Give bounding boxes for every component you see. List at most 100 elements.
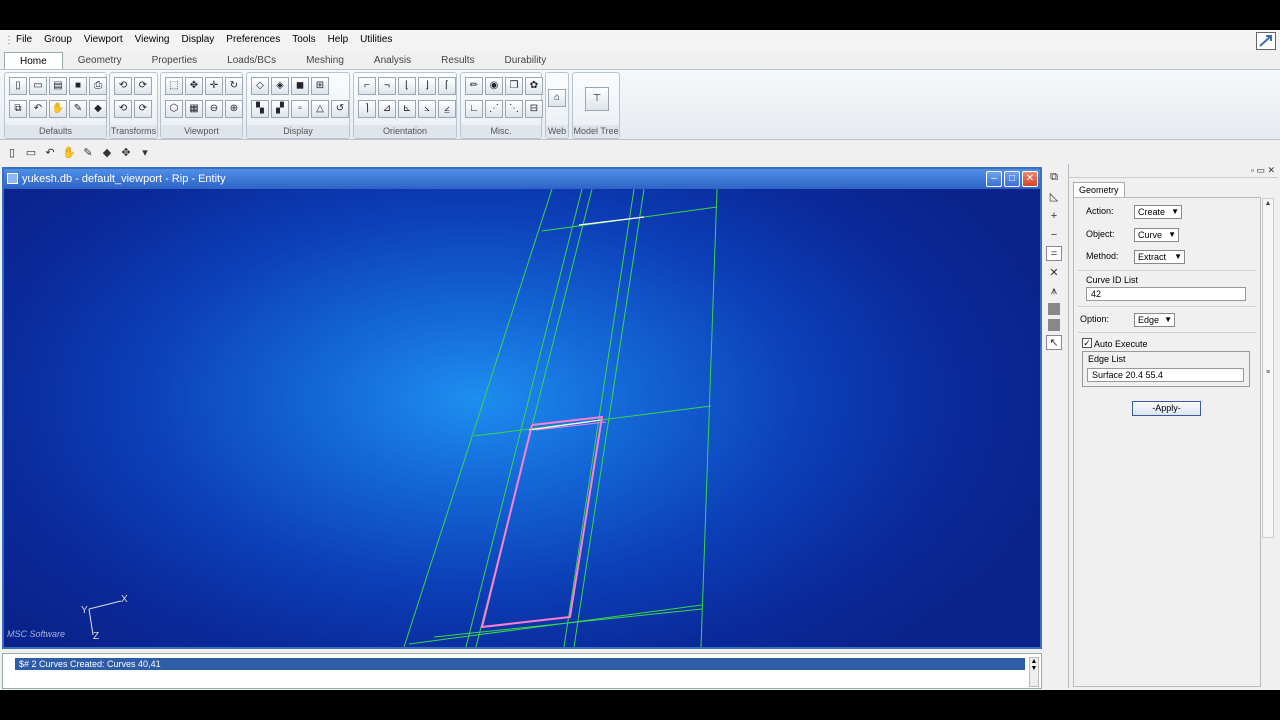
menu-display[interactable]: Display — [176, 30, 221, 50]
zoom-plus-icon[interactable]: + — [1046, 208, 1062, 223]
object-select[interactable]: Curve ▼ — [1134, 228, 1179, 242]
grid-display-icon[interactable]: ⊞ — [311, 77, 329, 95]
hidden-line-icon[interactable]: ◈ — [271, 77, 289, 95]
smooth-shade-icon[interactable]: ◼ — [291, 77, 309, 95]
filter-icon[interactable]: ⩚ — [1046, 284, 1062, 299]
fit-icon[interactable]: ▦ — [185, 100, 203, 118]
quick-pan-icon[interactable]: ✥ — [118, 144, 134, 160]
tab-analysis[interactable]: Analysis — [359, 52, 426, 69]
spin-icon[interactable]: ↻ — [225, 77, 243, 95]
view-iso3-icon[interactable]: ⦣ — [418, 100, 436, 118]
tab-geometry[interactable]: Geometry — [63, 52, 137, 69]
element-display-icon[interactable]: ▞ — [271, 100, 289, 118]
view-iso2-icon[interactable]: ⊾ — [398, 100, 416, 118]
apply-button[interactable]: -Apply- — [1132, 401, 1201, 416]
menu-group[interactable]: Group — [38, 30, 78, 50]
rotate-x-icon[interactable]: ⟲ — [114, 100, 132, 118]
zoom-out-icon[interactable]: ⊖ — [205, 100, 223, 118]
menu-preferences[interactable]: Preferences — [220, 30, 286, 50]
hand-icon[interactable]: ✋ — [49, 100, 67, 118]
open-db-icon[interactable]: ▤ — [49, 77, 67, 95]
menu-utilities[interactable]: Utilities — [354, 30, 398, 50]
select-region-icon[interactable]: ◺ — [1046, 189, 1062, 204]
network-icon[interactable]: ⋱ — [505, 100, 523, 118]
view-front-icon[interactable]: ⬚ — [165, 77, 183, 95]
quick-open-icon[interactable]: ▭ — [23, 144, 39, 160]
new-file-icon[interactable]: ▯ — [9, 77, 27, 95]
tree-icon[interactable]: ⊟ — [525, 100, 543, 118]
view-front-orient-icon[interactable]: ⌈ — [438, 77, 456, 95]
pointer-icon[interactable]: ↖ — [1046, 335, 1062, 350]
view-back-icon[interactable]: ⌉ — [358, 100, 376, 118]
layer-icon[interactable]: ⧉ — [1046, 170, 1062, 185]
zoom-in-icon[interactable]: ⊕ — [225, 100, 243, 118]
curve-id-list-input[interactable]: 42 — [1086, 287, 1246, 301]
rotate-xy-icon[interactable]: ⟲ — [114, 77, 132, 95]
label-display-icon[interactable]: ▫ — [291, 100, 309, 118]
home-web-icon[interactable]: ⌂ — [548, 89, 566, 107]
connect-icon[interactable]: ⋰ — [485, 100, 503, 118]
zoom-minus-icon[interactable]: − — [1046, 227, 1062, 242]
edge-list-input[interactable]: Surface 20.4 55.4 — [1087, 368, 1244, 382]
menu-tools[interactable]: Tools — [286, 30, 321, 50]
command-output-line[interactable]: $# 2 Curves Created: Curves 40,41 — [15, 658, 1025, 670]
quick-undo-icon[interactable]: ↶ — [42, 144, 58, 160]
view-iso-icon[interactable]: ⬡ — [165, 100, 183, 118]
shade-block-icon[interactable] — [1048, 303, 1060, 315]
panel-window-buttons[interactable]: ▫ ▭ ✕ — [1251, 165, 1275, 176]
action-select[interactable]: Create ▼ — [1134, 205, 1182, 219]
palette-icon[interactable]: ✿ — [525, 77, 543, 95]
scroll-up-icon[interactable]: ▲ — [1263, 200, 1273, 210]
panel-tab-geometry[interactable]: Geometry — [1073, 182, 1125, 197]
save-icon[interactable]: ■ — [69, 77, 87, 95]
view-bottom-icon[interactable]: ¬ — [378, 77, 396, 95]
rotate-z-icon[interactable]: ⟳ — [134, 77, 152, 95]
rotate-y-icon[interactable]: ⟳ — [134, 100, 152, 118]
cross-tool-icon[interactable]: ✕ — [1046, 265, 1062, 280]
undo-icon[interactable]: ↶ — [29, 100, 47, 118]
view-right-icon[interactable]: ⌋ — [418, 77, 436, 95]
print-icon[interactable]: ⎙ — [89, 77, 107, 95]
cube-icon[interactable]: ❒ — [505, 77, 523, 95]
viewport-canvas[interactable]: X Y Z MSC Software — [4, 189, 1040, 647]
command-scrollbar[interactable]: ▲ ▼ — [1029, 657, 1039, 687]
shade-block-2-icon[interactable] — [1048, 319, 1060, 331]
tab-home[interactable]: Home — [4, 52, 63, 69]
triangle-icon[interactable]: △ — [311, 100, 329, 118]
scroll-grip-icon[interactable]: ≡ — [1263, 369, 1273, 379]
view-iso4-icon[interactable]: ⦤ — [438, 100, 456, 118]
tab-loads-bcs[interactable]: Loads/BCs — [212, 52, 291, 69]
camera-icon[interactable]: ◉ — [485, 77, 503, 95]
minimize-button[interactable]: – — [986, 171, 1002, 187]
pan-icon[interactable]: ✥ — [185, 77, 203, 95]
quick-hand-icon[interactable]: ✋ — [61, 144, 77, 160]
view-top-icon[interactable]: ⌐ — [358, 77, 376, 95]
option-select[interactable]: Edge ▼ — [1134, 313, 1175, 327]
view-iso1-icon[interactable]: ⊿ — [378, 100, 396, 118]
copy-icon[interactable]: ⧉ — [9, 100, 27, 118]
view-left-icon[interactable]: ⌊ — [398, 77, 416, 95]
menu-help[interactable]: Help — [322, 30, 355, 50]
redraw-icon[interactable]: ↺ — [331, 100, 349, 118]
brush-icon[interactable]: ✎ — [69, 100, 87, 118]
menu-viewport[interactable]: Viewport — [78, 30, 129, 50]
auto-execute-checkbox[interactable]: ✓ — [1082, 338, 1092, 348]
tab-properties[interactable]: Properties — [137, 52, 213, 69]
node-display-icon[interactable]: ▚ — [251, 100, 269, 118]
msc-corner-icon[interactable] — [1256, 32, 1276, 50]
quick-dropdown-icon[interactable]: ▾ — [137, 144, 153, 160]
tab-durability[interactable]: Durability — [490, 52, 562, 69]
quick-paint-icon[interactable]: ◆ — [99, 144, 115, 160]
menu-file[interactable]: File — [10, 30, 38, 50]
equal-icon[interactable]: = — [1046, 246, 1062, 261]
refresh-icon[interactable]: ◆ — [89, 100, 107, 118]
tab-results[interactable]: Results — [426, 52, 489, 69]
menu-viewing[interactable]: Viewing — [129, 30, 176, 50]
open-folder-icon[interactable]: ▭ — [29, 77, 47, 95]
panel-scrollbar[interactable]: ▲ ≡ — [1262, 198, 1274, 538]
move-icon[interactable]: ✛ — [205, 77, 223, 95]
close-button[interactable]: ✕ — [1022, 171, 1038, 187]
method-select[interactable]: Extract ▼ — [1134, 250, 1185, 264]
model-tree-icon[interactable]: ⊤ — [585, 87, 609, 111]
wireframe-icon[interactable]: ◇ — [251, 77, 269, 95]
